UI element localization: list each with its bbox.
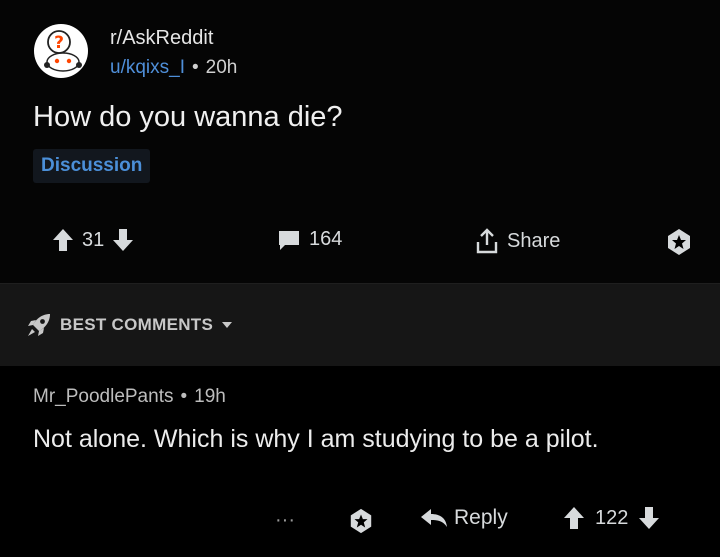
post-action-bar: 31 164 Share [0,228,720,260]
comment-action-bar: ··· Reply 122 [0,506,720,538]
award-icon [668,229,690,255]
post-age: 20h [205,57,238,78]
post-author[interactable]: u/kqixs_I [110,57,185,79]
comment-vote-count: 122 [595,506,629,529]
post-flair[interactable]: Discussion [33,149,151,183]
upvote-arrow-icon[interactable] [563,506,585,530]
meta-separator: • [180,386,188,407]
comment-sort-bar: BEST COMMENTS [0,283,720,367]
post-vote-group: 31 [52,228,134,252]
caret-down-icon [222,322,233,328]
upvote-arrow-icon[interactable] [52,228,74,252]
sort-dropdown[interactable]: BEST COMMENTS [26,312,233,338]
downvote-arrow-icon[interactable] [638,506,660,530]
comment-card: Mr_PoodlePants • 19h Not alone. Which is… [0,366,720,557]
award-icon [350,508,372,534]
reply-label: Reply [454,506,508,529]
comment-award-button[interactable] [348,508,374,539]
downvote-arrow-icon[interactable] [112,228,134,252]
share-icon [476,228,498,254]
share-label: Share [507,229,561,252]
more-options-button[interactable]: ··· [275,506,295,534]
sort-label: BEST COMMENTS [60,315,214,334]
rocket-icon [28,314,50,336]
post-title[interactable]: How do you wanna die? [33,101,343,134]
subreddit-name[interactable]: r/AskReddit [110,27,213,50]
comment-bubble-icon [279,230,299,250]
comments-button[interactable]: 164 [277,228,342,251]
post-award-button[interactable] [665,228,693,261]
share-button[interactable]: Share [475,228,560,254]
comment-vote-group: 122 [563,506,660,530]
comment-body: Not alone. Which is why I am studying to… [33,425,599,453]
askreddit-logo-icon: ? [34,24,88,78]
subreddit-avatar[interactable]: ? [33,23,89,79]
comment-age: 19h [194,386,226,407]
comment-count: 164 [309,228,343,250]
post-card: ? r/AskReddit u/kqixs_I • 20h How do you… [0,0,720,283]
comment-meta: Mr_PoodlePants • 19h [33,386,226,408]
meta-separator: • [191,57,199,78]
svg-text:?: ? [54,33,64,53]
reply-arrow-icon [421,509,447,527]
reply-button[interactable]: Reply [420,506,508,530]
post-vote-count: 31 [82,228,105,251]
post-meta: u/kqixs_I • 20h [110,57,237,79]
comment-author[interactable]: Mr_PoodlePants [33,386,173,408]
